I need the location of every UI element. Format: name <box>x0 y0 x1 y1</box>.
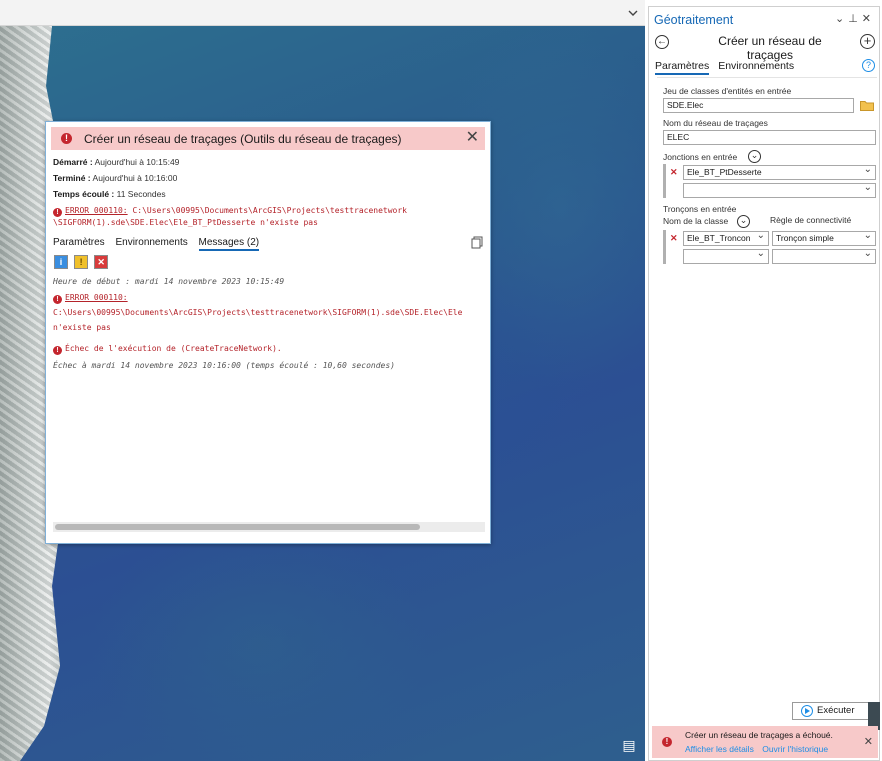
back-arrow-icon[interactable]: ← <box>655 35 669 49</box>
close-icon[interactable]: ✕ <box>466 129 479 147</box>
pane-controls: ⌄⊥✕ <box>835 12 875 25</box>
edge-rule-empty-dropdown[interactable] <box>772 249 876 264</box>
top-toolbar <box>0 0 645 26</box>
popup-tabs: Paramètres Environnements Messages (2) <box>53 237 267 251</box>
tab-messages[interactable]: Messages (2) <box>198 237 260 251</box>
pane-tabs: Paramètres Environnements <box>655 60 800 75</box>
parameters-form: Jeu de classes d'entités en entrée SDE.E… <box>657 77 877 267</box>
chevron-down-icon[interactable]: ⌄ <box>737 215 750 228</box>
message-end: Échec à mardi 14 novembre 2023 10:16:00 … <box>53 361 395 370</box>
finished-value: Aujourd'hui à 10:16:00 <box>92 173 178 183</box>
network-name-label: Nom du réseau de traçages <box>663 118 768 128</box>
tab-parametres[interactable]: Paramètres <box>655 60 710 75</box>
tool-name: Créer un réseau de traçages <box>718 34 822 62</box>
row-handle <box>663 164 666 198</box>
pane-title: Géotraitement <box>654 13 734 27</box>
copy-icon[interactable] <box>471 236 483 249</box>
row-handle <box>663 230 666 264</box>
add-icon[interactable]: + <box>860 34 875 49</box>
remove-icon[interactable]: ✕ <box>670 233 678 244</box>
message-error-tail: n'existe pas <box>53 323 111 332</box>
geoprocessing-pane: Géotraitement ⌄⊥✕ ← Créer un réseau de t… <box>648 6 880 761</box>
error-code-link[interactable]: ERROR 000110: <box>65 206 128 215</box>
horizontal-scrollbar[interactable] <box>53 522 485 532</box>
chevron-down-icon[interactable]: ⌄ <box>748 150 761 163</box>
error-summary: ! ERROR 000110: C:\Users\00995\Documents\… <box>53 205 483 228</box>
junction-empty-dropdown[interactable] <box>683 183 876 198</box>
remove-icon[interactable]: ✕ <box>670 167 678 178</box>
warning-filter-icon[interactable]: ! <box>74 255 89 269</box>
view-details-link[interactable]: Afficher les détails <box>685 744 754 754</box>
result-popup: ! Créer un réseau de traçages (Outils du… <box>45 121 491 544</box>
error-icon: ! <box>53 208 62 217</box>
chevron-down-icon[interactable] <box>627 7 639 19</box>
play-icon <box>801 705 813 717</box>
message-start: Heure de début : mardi 14 novembre 2023 … <box>53 277 285 286</box>
open-history-link[interactable]: Ouvrir l'historique <box>762 744 828 754</box>
connectivity-rule-column: Règle de connectivité <box>770 215 852 225</box>
elapsed-value: 11 Secondes <box>116 189 166 199</box>
error-icon: ! <box>662 737 672 747</box>
junctions-label: Jonctions en entrée <box>663 152 738 162</box>
message-fail-text: Échec de l'exécution de (CreateTraceNetw… <box>65 344 282 353</box>
error-filter-icon[interactable]: ✕ <box>94 255 109 269</box>
tab-environnements[interactable]: Environnements <box>115 237 187 248</box>
status-text: Créer un réseau de traçages a échoué. <box>685 730 833 740</box>
elapsed-label: Temps écoulé : <box>53 189 115 199</box>
started-value: Aujourd'hui à 10:15:49 <box>94 157 180 167</box>
popup-title: Créer un réseau de traçages (Outils du r… <box>84 132 402 146</box>
input-dataset-label: Jeu de classes d'entités en entrée <box>663 86 792 96</box>
error-icon: ! <box>53 346 62 355</box>
junction-dropdown[interactable]: Ele_BT_PtDesserte <box>683 165 876 180</box>
options-icon[interactable]: ⌄ <box>835 13 848 25</box>
folder-icon[interactable] <box>860 100 874 111</box>
error-line1: C:\Users\00995\Documents\ArcGIS\Projects… <box>127 206 407 215</box>
help-icon[interactable]: ? <box>862 59 875 72</box>
popup-header: ! Créer un réseau de traçages (Outils du… <box>51 127 485 150</box>
error-line2: \SIGFORM(1).sde\SDE.Elec\Ele_BT_PtDesser… <box>53 218 318 227</box>
message-error-link[interactable]: ERROR 000110: <box>65 293 128 302</box>
map-list-icon[interactable]: ▤ <box>620 738 638 752</box>
network-name-field[interactable]: ELEC <box>663 130 876 145</box>
error-icon: ! <box>53 295 62 304</box>
info-filter-icon[interactable]: i <box>54 255 68 269</box>
status-links: Afficher les détails Ouvrir l'historique <box>685 744 834 754</box>
started-line: Démarré : Aujourd'hui à 10:15:49 <box>53 157 179 167</box>
edge-rule-dropdown[interactable]: Tronçon simple <box>772 231 876 246</box>
message-error-path: C:\Users\00995\Documents\ArcGIS\Projects… <box>53 308 463 317</box>
tab-parametres[interactable]: Paramètres <box>53 237 105 248</box>
run-label: Exécuter <box>817 705 855 716</box>
finished-line: Terminé : Aujourd'hui à 10:16:00 <box>53 173 177 183</box>
pin-icon[interactable]: ⊥ <box>848 13 862 25</box>
input-dataset-field[interactable]: SDE.Elec <box>663 98 854 113</box>
class-name-column: Nom de la classe <box>663 216 729 226</box>
edges-label: Tronçons en entrée <box>663 204 737 214</box>
close-icon[interactable]: ✕ <box>862 13 875 25</box>
started-label: Démarré : <box>53 157 93 167</box>
tab-environnements[interactable]: Environnements <box>718 60 794 72</box>
message-fail: ! Échec de l'exécution de (CreateTraceNet… <box>53 342 483 356</box>
status-banner: ! Créer un réseau de traçages a échoué. … <box>652 726 878 758</box>
edge-class-empty-dropdown[interactable] <box>683 249 769 264</box>
close-icon[interactable]: ✕ <box>864 735 873 748</box>
edge-class-dropdown[interactable]: Ele_BT_Troncon <box>683 231 769 246</box>
error-icon: ! <box>61 133 72 144</box>
run-button[interactable]: Exécuter <box>792 702 870 720</box>
message-filters: i ! ✕ <box>54 255 111 269</box>
elapsed-line: Temps écoulé : 11 Secondes <box>53 189 166 199</box>
finished-label: Terminé : <box>53 173 91 183</box>
message-error-code: ! ERROR 000110: <box>53 291 483 305</box>
scrollbar-thumb[interactable] <box>55 524 420 530</box>
